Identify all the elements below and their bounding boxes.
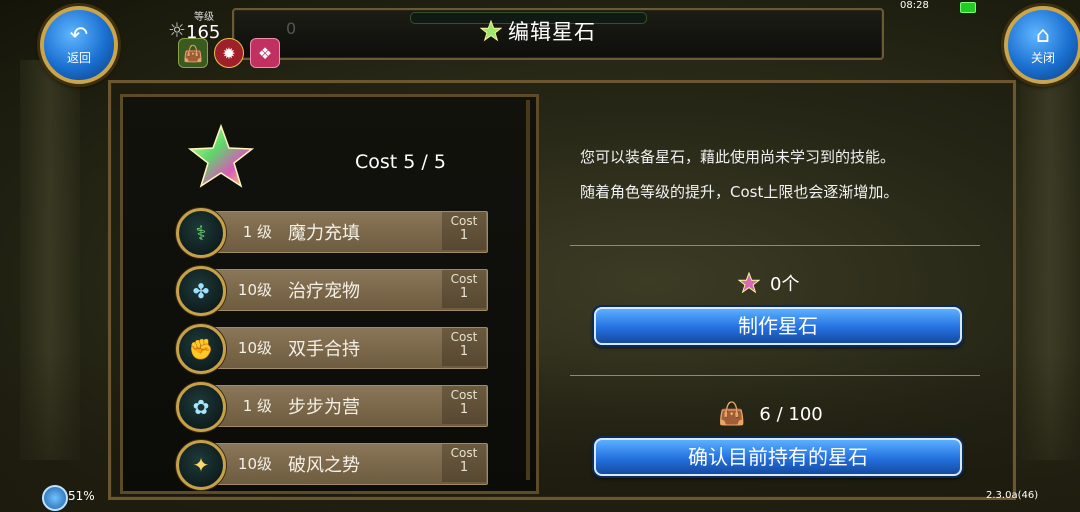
skill-row[interactable]: ✤ 10级 治疗宠物 Cost 1 (176, 266, 488, 316)
skill-level: 10级 (237, 455, 272, 473)
skill-row[interactable]: ⚕ 1 级 魔力充填 Cost 1 (176, 208, 488, 258)
star-stone-icon (480, 20, 502, 42)
skill-cost-label: Cost (450, 272, 478, 286)
skill-list-scrollbar[interactable] (526, 100, 530, 480)
back-button[interactable]: ↶ 返回 (40, 6, 118, 84)
description-line-1: 您可以装备星石，藉此使用尚未学习到的技能。 (580, 148, 896, 166)
status-badges: 👜 ✹ ❖ (178, 38, 280, 68)
home-icon: ⌂ (1036, 22, 1050, 48)
skill-cost: Cost 1 (442, 270, 486, 308)
skill-name: 破风之势 (288, 455, 360, 476)
star-stone-count-text: 0个 (770, 274, 800, 295)
star-stone-count: 0个 (738, 270, 799, 296)
confirm-owned-stones-button[interactable]: 确认目前持有的星石 (594, 438, 962, 476)
skill-cost: Cost 1 (442, 328, 486, 366)
steady-step-icon: ✿ (176, 382, 226, 432)
heal-pet-icon: ✤ (176, 266, 226, 316)
medal-icon[interactable]: ✹ (214, 38, 244, 68)
skill-cost-label: Cost (450, 388, 478, 402)
skill-cost-value: 1 (459, 286, 469, 301)
inventory-count: 👜 6 / 100 (718, 402, 823, 427)
description-line-2: 随着角色等级的提升，Cost上限也会逐渐增加。 (580, 183, 899, 201)
gift-icon[interactable]: ❖ (250, 38, 280, 68)
page-title: 编辑星石 (508, 20, 596, 44)
craft-star-stone-button[interactable]: 制作星石 (594, 307, 962, 345)
bag-icon: 👜 (718, 402, 746, 427)
battery-orb-icon (42, 485, 68, 511)
wind-break-icon: ✦ (176, 440, 226, 490)
skill-cost: Cost 1 (442, 444, 486, 482)
divider (570, 245, 980, 246)
skill-row[interactable]: ✊ 10级 双手合持 Cost 1 (176, 324, 488, 374)
skill-cost: Cost 1 (442, 386, 486, 424)
battery-percentage: 51% (68, 489, 95, 503)
bag-icon[interactable]: 👜 (178, 38, 208, 68)
skill-cost-label: Cost (450, 214, 478, 228)
skill-cost-value: 1 (459, 344, 469, 359)
skill-name: 双手合持 (288, 339, 360, 360)
back-button-label: 返回 (66, 50, 91, 65)
skill-row[interactable]: ✿ 1 级 步步为营 Cost 1 (176, 382, 488, 432)
return-arrow-icon: ↶ (69, 22, 89, 48)
skill-cost-value: 1 (459, 460, 469, 475)
skill-name: 步步为营 (288, 397, 360, 418)
secondary-counter: 0 (286, 19, 297, 38)
skill-cost-label: Cost (450, 330, 478, 344)
level-label: 等级 (194, 12, 214, 23)
skill-level: 10级 (237, 281, 272, 299)
skill-name: 魔力充填 (288, 223, 360, 244)
inventory-count-text: 6 / 100 (759, 404, 823, 425)
skill-row[interactable]: ✦ 10级 破风之势 Cost 1 (176, 440, 488, 490)
cost-summary: Cost 5 / 5 (355, 151, 446, 173)
close-button[interactable]: ⌂ 关闭 (1004, 6, 1080, 84)
page-title-group: 编辑星石 (480, 16, 596, 46)
version-label: 2.3.0a(46) (986, 490, 1039, 501)
two-hand-grip-icon: ✊ (176, 324, 226, 374)
star-stone-large-icon (187, 123, 255, 188)
battery-indicator-icon (960, 2, 976, 13)
skill-cost-value: 1 (459, 228, 469, 243)
star-stone-small-icon (738, 272, 760, 294)
skill-name: 治疗宠物 (288, 281, 360, 302)
skill-cost: Cost 1 (442, 212, 486, 250)
skill-level: 1 级 (242, 223, 272, 241)
skill-cost-label: Cost (450, 446, 478, 460)
skill-cost-value: 1 (459, 402, 469, 417)
skill-level: 1 级 (242, 397, 272, 415)
system-time: 08:28 (900, 0, 929, 11)
divider (570, 375, 980, 376)
mana-charge-icon: ⚕ (176, 208, 226, 258)
close-button-label: 关闭 (1030, 50, 1055, 65)
skill-level: 10级 (237, 339, 272, 357)
